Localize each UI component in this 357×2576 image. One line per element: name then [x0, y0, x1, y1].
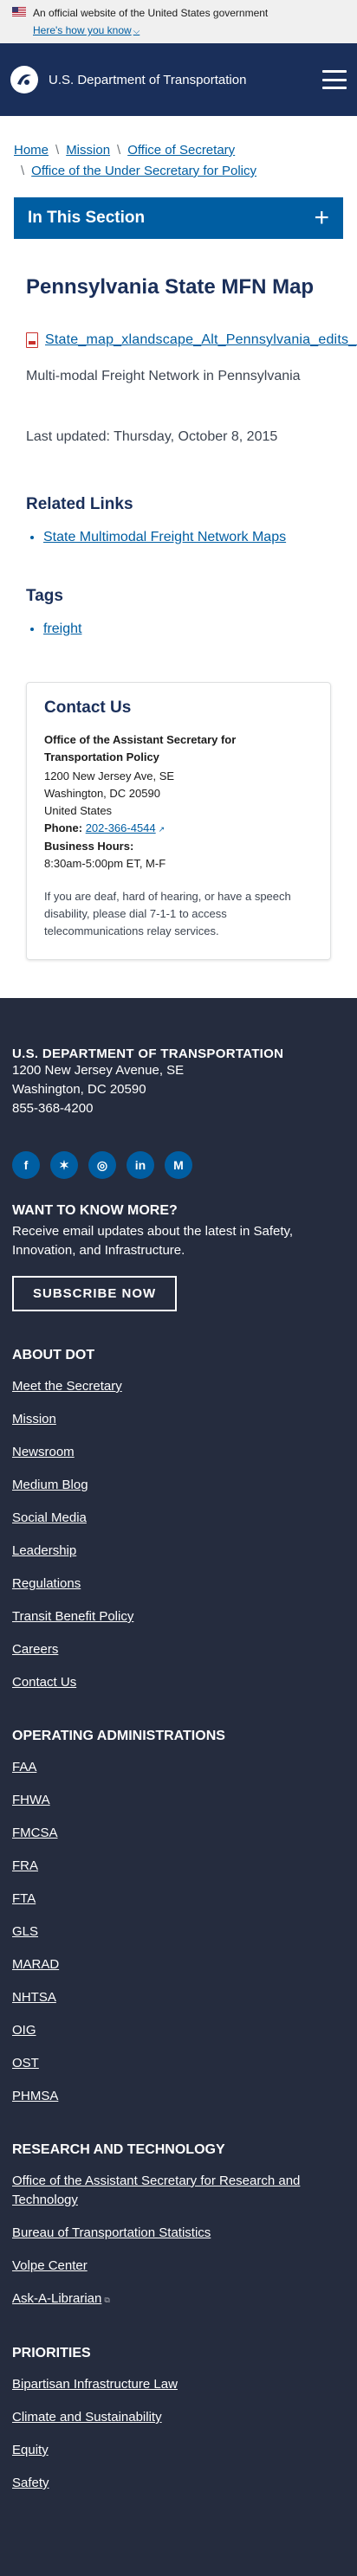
contact-card: Contact Us Office of the Assistant Secre…: [26, 682, 331, 960]
list-item: freight: [43, 621, 357, 637]
tags-heading: Tags: [26, 587, 63, 605]
footer-link[interactable]: PHMSA: [12, 2089, 58, 2103]
pdf-file-icon: [26, 332, 38, 348]
footer-link[interactable]: NHTSA: [12, 1990, 56, 2005]
operating-admins-links: FAA FHWA FMCSA FRA FTA GLS MARAD NHTSA O…: [12, 1758, 345, 2106]
us-flag-icon: [12, 7, 26, 19]
footer-link[interactable]: FRA: [12, 1858, 38, 1873]
footer-link[interactable]: Mission: [12, 1412, 56, 1426]
footer-link[interactable]: Transit Benefit Policy: [12, 1609, 133, 1624]
footer-link[interactable]: Newsroom: [12, 1445, 75, 1459]
phone-label: Phone:: [44, 821, 83, 834]
footer-link[interactable]: MARAD: [12, 1957, 59, 1972]
footer-address-2: Washington, DC 20590: [12, 1082, 146, 1097]
footer-link[interactable]: Bureau of Transportation Statistics: [12, 2225, 211, 2240]
footer-link[interactable]: Office of the Assistant Secretary for Re…: [12, 2174, 300, 2207]
chevron-down-icon: ⌵: [133, 27, 140, 36]
menu-icon[interactable]: [322, 70, 347, 89]
subscribe-button[interactable]: SUBSCRIBE NOW: [12, 1276, 178, 1311]
footer-link[interactable]: Meet the Secretary: [12, 1379, 122, 1394]
external-link-icon: ↗: [158, 825, 166, 834]
footer-link[interactable]: Social Media: [12, 1510, 87, 1525]
research-tech-links: Office of the Assistant Secretary for Re…: [12, 2172, 345, 2309]
site-brand[interactable]: U.S. Department of Transportation: [10, 66, 246, 93]
footer-link[interactable]: FHWA: [12, 1793, 50, 1807]
dot-logo-icon: [10, 66, 38, 93]
footer-address-1: 1200 New Jersey Avenue, SE: [12, 1063, 185, 1078]
footer-link[interactable]: OIG: [12, 2023, 36, 2038]
research-tech-heading: RESEARCH AND TECHNOLOGY: [12, 2142, 225, 2157]
footer-link[interactable]: Contact Us: [12, 1675, 76, 1690]
heres-how-you-know-link[interactable]: Here's how you know ⌵: [33, 24, 140, 36]
footer-link[interactable]: OST: [12, 2056, 39, 2070]
external-link-icon: ⧉: [104, 2296, 110, 2304]
file-description: Multi-modal Freight Network in Pennsylva…: [26, 369, 301, 383]
footer-link[interactable]: Volpe Center: [12, 2258, 88, 2273]
in-this-section-accordion[interactable]: In This Section +: [14, 197, 343, 239]
related-links-list: State Multimodal Freight Network Maps: [43, 530, 357, 545]
footer-link[interactable]: Safety: [12, 2476, 49, 2490]
footer-org-name: U.S. DEPARTMENT OF TRANSPORTATION: [12, 1046, 284, 1061]
about-dot-heading: ABOUT DOT: [12, 1348, 95, 1362]
file-attachment: State_map_xlandscape_Alt_Pennsylvania_ed…: [26, 332, 357, 348]
relay-services-note: If you are deaf, hard of hearing, or hav…: [44, 890, 291, 937]
related-link[interactable]: State Multimodal Freight Network Maps: [43, 530, 286, 544]
tags-list: freight: [43, 621, 357, 637]
about-dot-links: Meet the Secretary Mission Newsroom Medi…: [12, 1377, 345, 1692]
twitter-icon[interactable]: ✶: [50, 1151, 78, 1179]
page-title: Pennsylvania State MFN Map: [26, 275, 315, 299]
operating-admins-heading: OPERATING ADMINISTRATIONS: [12, 1729, 225, 1743]
contact-org: Office of the Assistant Secretary for Tr…: [44, 733, 237, 763]
in-this-section-label: In This Section: [28, 209, 146, 227]
breadcrumb: Home \ Mission \ Office of Secretary \ Office…: [14, 143, 257, 178]
contact-country: United States: [44, 804, 113, 817]
footer-phone: 855-368-4200: [12, 1101, 94, 1116]
plus-icon: +: [314, 203, 329, 232]
breadcrumb-under-secretary[interactable]: Office of the Under Secretary for Policy: [31, 164, 256, 178]
breadcrumb-home[interactable]: Home: [14, 143, 49, 158]
facebook-icon[interactable]: f: [12, 1151, 40, 1179]
footer-link[interactable]: Climate and Sustainability: [12, 2410, 162, 2425]
want-to-know-heading: WANT TO KNOW MORE?: [12, 1203, 178, 1218]
related-links-heading: Related Links: [26, 495, 133, 513]
footer-link[interactable]: Equity: [12, 2443, 49, 2457]
footer-link[interactable]: FTA: [12, 1891, 36, 1906]
instagram-icon[interactable]: ◎: [88, 1151, 116, 1179]
gov-banner-text: An official website of the United States…: [33, 7, 269, 19]
medium-icon[interactable]: M: [165, 1151, 192, 1179]
social-links: f ✶ ◎ in M: [12, 1151, 345, 1179]
linkedin-icon[interactable]: in: [127, 1151, 154, 1179]
business-hours: 8:30am-5:00pm ET, M-F: [44, 857, 166, 870]
footer-link[interactable]: Medium Blog: [12, 1478, 88, 1492]
priorities-heading: PRIORITIES: [12, 2346, 91, 2360]
hours-label: Business Hours:: [44, 840, 134, 853]
footer-link[interactable]: Regulations: [12, 1576, 81, 1591]
footer-link[interactable]: Bipartisan Infrastructure Law: [12, 2377, 178, 2392]
site-header: U.S. Department of Transportation: [0, 43, 357, 116]
footer-link[interactable]: FMCSA: [12, 1826, 58, 1840]
site-footer: U.S. DEPARTMENT OF TRANSPORTATION 1200 N…: [0, 998, 357, 2576]
gov-banner: An official website of the United States…: [0, 0, 357, 43]
list-item: State Multimodal Freight Network Maps: [43, 530, 357, 545]
contact-address-line-2: Washington, DC 20590: [44, 787, 160, 800]
contact-phone-link[interactable]: 202-366-4544: [86, 821, 156, 834]
contact-address-line-1: 1200 New Jersey Ave, SE: [44, 770, 175, 782]
footer-link[interactable]: Leadership: [12, 1543, 76, 1558]
site-title: U.S. Department of Transportation: [49, 72, 247, 87]
contact-heading: Contact Us: [44, 699, 132, 717]
footer-link[interactable]: Ask-A-Librarian: [12, 2291, 101, 2306]
file-download-link[interactable]: State_map_xlandscape_Alt_Pennsylvania_ed…: [45, 332, 357, 348]
footer-link[interactable]: FAA: [12, 1760, 36, 1774]
breadcrumb-office-of-secretary[interactable]: Office of Secretary: [127, 143, 235, 158]
footer-link[interactable]: GLS: [12, 1924, 38, 1939]
breadcrumb-mission[interactable]: Mission: [66, 143, 110, 158]
footer-link[interactable]: Careers: [12, 1642, 58, 1657]
want-to-know-desc: Receive email updates about the latest i…: [12, 1224, 294, 1258]
last-updated: Last updated: Thursday, October 8, 2015: [26, 429, 278, 444]
priorities-links: Bipartisan Infrastructure Law Climate an…: [12, 2375, 345, 2493]
tag-link[interactable]: freight: [43, 621, 81, 636]
